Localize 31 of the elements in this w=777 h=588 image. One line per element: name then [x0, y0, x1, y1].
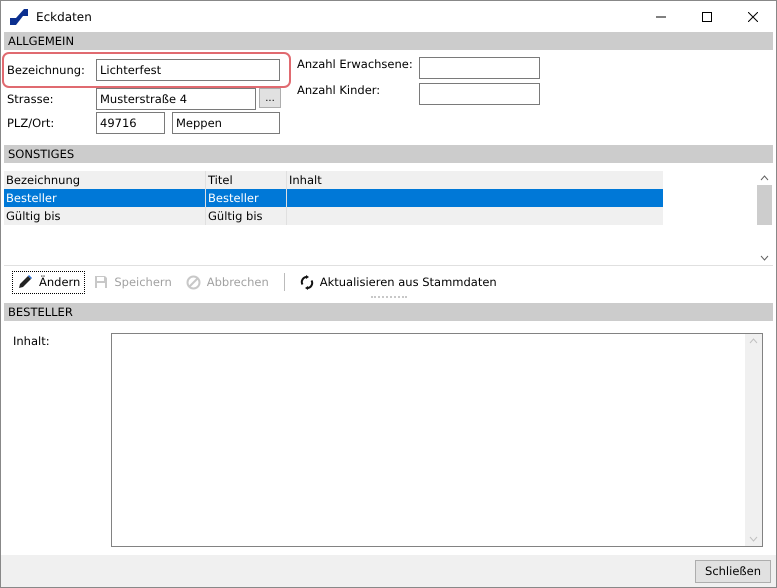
- close-icon[interactable]: [748, 12, 758, 22]
- close-button[interactable]: Schließen: [695, 560, 771, 582]
- field-label: Strasse:: [7, 92, 55, 106]
- input-field[interactable]: 49716: [96, 112, 165, 134]
- input-field[interactable]: [419, 83, 540, 105]
- column-header[interactable]: Inhalt: [287, 171, 663, 189]
- section-header: BESTELLER: [4, 303, 773, 321]
- pencil-icon: [17, 274, 33, 290]
- section-header: SONSTIGES: [4, 145, 773, 163]
- window-title: Eckdaten: [36, 10, 93, 24]
- table-cell: Gültig bis: [206, 207, 287, 225]
- field-label: Bezeichnung:: [7, 63, 86, 77]
- browse-button[interactable]: ...: [259, 88, 281, 108]
- table-cell: Gültig bis: [4, 207, 206, 225]
- input-field[interactable]: [419, 57, 540, 79]
- field-label: PLZ/Ort:: [7, 116, 56, 130]
- section-header: ALLGEMEIN: [4, 32, 773, 50]
- input-field[interactable]: Lichterfest: [96, 59, 280, 81]
- maximize-icon[interactable]: [702, 12, 712, 22]
- table-row[interactable]: Besteller Besteller: [4, 189, 663, 207]
- field-label: Anzahl Erwachsene:: [297, 57, 414, 71]
- no-entry-icon: [186, 274, 201, 290]
- table-row[interactable]: Gültig bis Gültig bis: [4, 207, 663, 225]
- field-label: Anzahl Kinder:: [297, 83, 382, 97]
- toolbar-button[interactable]: Ändern: [12, 270, 86, 294]
- toolbar-button[interactable]: Aktualisieren aus Stammdaten: [294, 270, 502, 294]
- refresh-icon: [300, 274, 314, 290]
- field-label: Inhalt:: [13, 334, 51, 350]
- input-field[interactable]: Meppen: [172, 112, 280, 134]
- app-logo-icon: [10, 8, 28, 24]
- input-field[interactable]: Musterstraße 4: [96, 88, 256, 110]
